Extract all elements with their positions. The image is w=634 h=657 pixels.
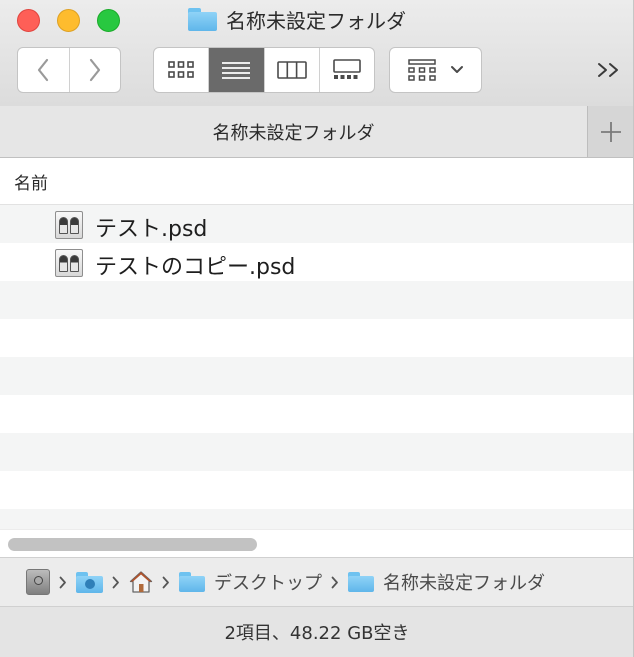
path-separator-icon (162, 576, 170, 589)
path-separator-icon (331, 576, 339, 589)
list-item[interactable]: テストのコピー.psd (0, 243, 633, 281)
view-mode-group (153, 47, 375, 93)
minimize-button[interactable] (57, 9, 80, 32)
path-bar: デスクトップ 名称未設定フォルダ (0, 557, 633, 607)
nav-button-group (17, 47, 121, 93)
close-button[interactable] (17, 9, 40, 32)
list-item[interactable]: テスト.psd (0, 205, 633, 243)
file-name: テスト.psd (95, 217, 208, 242)
column-view-button[interactable] (263, 48, 319, 92)
new-tab-button[interactable] (588, 106, 633, 157)
folder-icon (188, 7, 217, 31)
finder-window: 名称未設定フォルダ 名称未設定フォルダ 名前 テスト.psd テストのコピー.p… (0, 0, 634, 657)
tab-bar: 名称未設定フォルダ (0, 106, 633, 158)
back-button[interactable] (18, 48, 69, 92)
empty-row (0, 471, 633, 509)
list-view-button[interactable] (208, 48, 264, 92)
icon-view-icon (168, 61, 194, 78)
psd-file-icon (55, 249, 83, 277)
list-column-header: 名前 (0, 158, 633, 205)
plus-icon (601, 121, 621, 142)
list-view-icon (222, 62, 251, 79)
name-column-header[interactable]: 名前 (14, 169, 48, 194)
scrollbar-thumb[interactable] (8, 538, 257, 551)
path-separator-icon (112, 576, 120, 589)
window-title: 名称未設定フォルダ (188, 5, 406, 33)
group-arrange-button[interactable] (389, 47, 482, 93)
toolbar: 名称未設定フォルダ (0, 0, 633, 107)
file-list: テスト.psd テストのコピー.psd (0, 205, 633, 529)
home-icon (129, 571, 153, 593)
path-item-users[interactable] (76, 571, 103, 593)
gallery-view-button[interactable] (318, 48, 374, 92)
chevron-right-icon (89, 58, 100, 82)
column-view-icon (276, 61, 307, 79)
path-item-home[interactable] (129, 570, 153, 594)
tab-current-folder[interactable]: 名称未設定フォルダ (0, 106, 588, 157)
empty-row (0, 395, 633, 433)
double-chevron-right-icon (598, 63, 618, 77)
arrange-grid-icon (407, 59, 436, 81)
horizontal-scrollbar[interactable] (0, 529, 633, 558)
folder-icon (179, 572, 205, 592)
forward-button[interactable] (68, 48, 121, 92)
gallery-view-icon (333, 59, 361, 79)
folder-icon (348, 572, 374, 592)
path-item-label: デスクトップ (214, 573, 322, 594)
path-item-desktop[interactable]: デスクトップ (179, 569, 322, 595)
toolbar-overflow-button[interactable] (592, 53, 626, 87)
path-item-disk[interactable] (26, 569, 50, 595)
path-item-label: 名称未設定フォルダ (383, 573, 545, 594)
status-bar: 2項目、48.22 GB空き (0, 607, 633, 657)
empty-row (0, 433, 633, 471)
psd-file-icon (55, 211, 83, 239)
chevron-left-icon (38, 58, 49, 82)
path-separator-icon (59, 576, 67, 589)
user-folder-icon (76, 571, 103, 593)
file-name: テストのコピー.psd (95, 255, 296, 280)
hard-drive-icon (26, 569, 50, 595)
empty-row (0, 281, 633, 319)
window-title-text: 名称未設定フォルダ (226, 8, 406, 33)
chevron-down-icon (450, 66, 463, 73)
icon-view-button[interactable] (154, 48, 208, 92)
zoom-button[interactable] (97, 9, 120, 32)
empty-row (0, 357, 633, 395)
empty-row (0, 509, 633, 529)
empty-row (0, 319, 633, 357)
path-item-current-folder[interactable]: 名称未設定フォルダ (348, 569, 545, 595)
